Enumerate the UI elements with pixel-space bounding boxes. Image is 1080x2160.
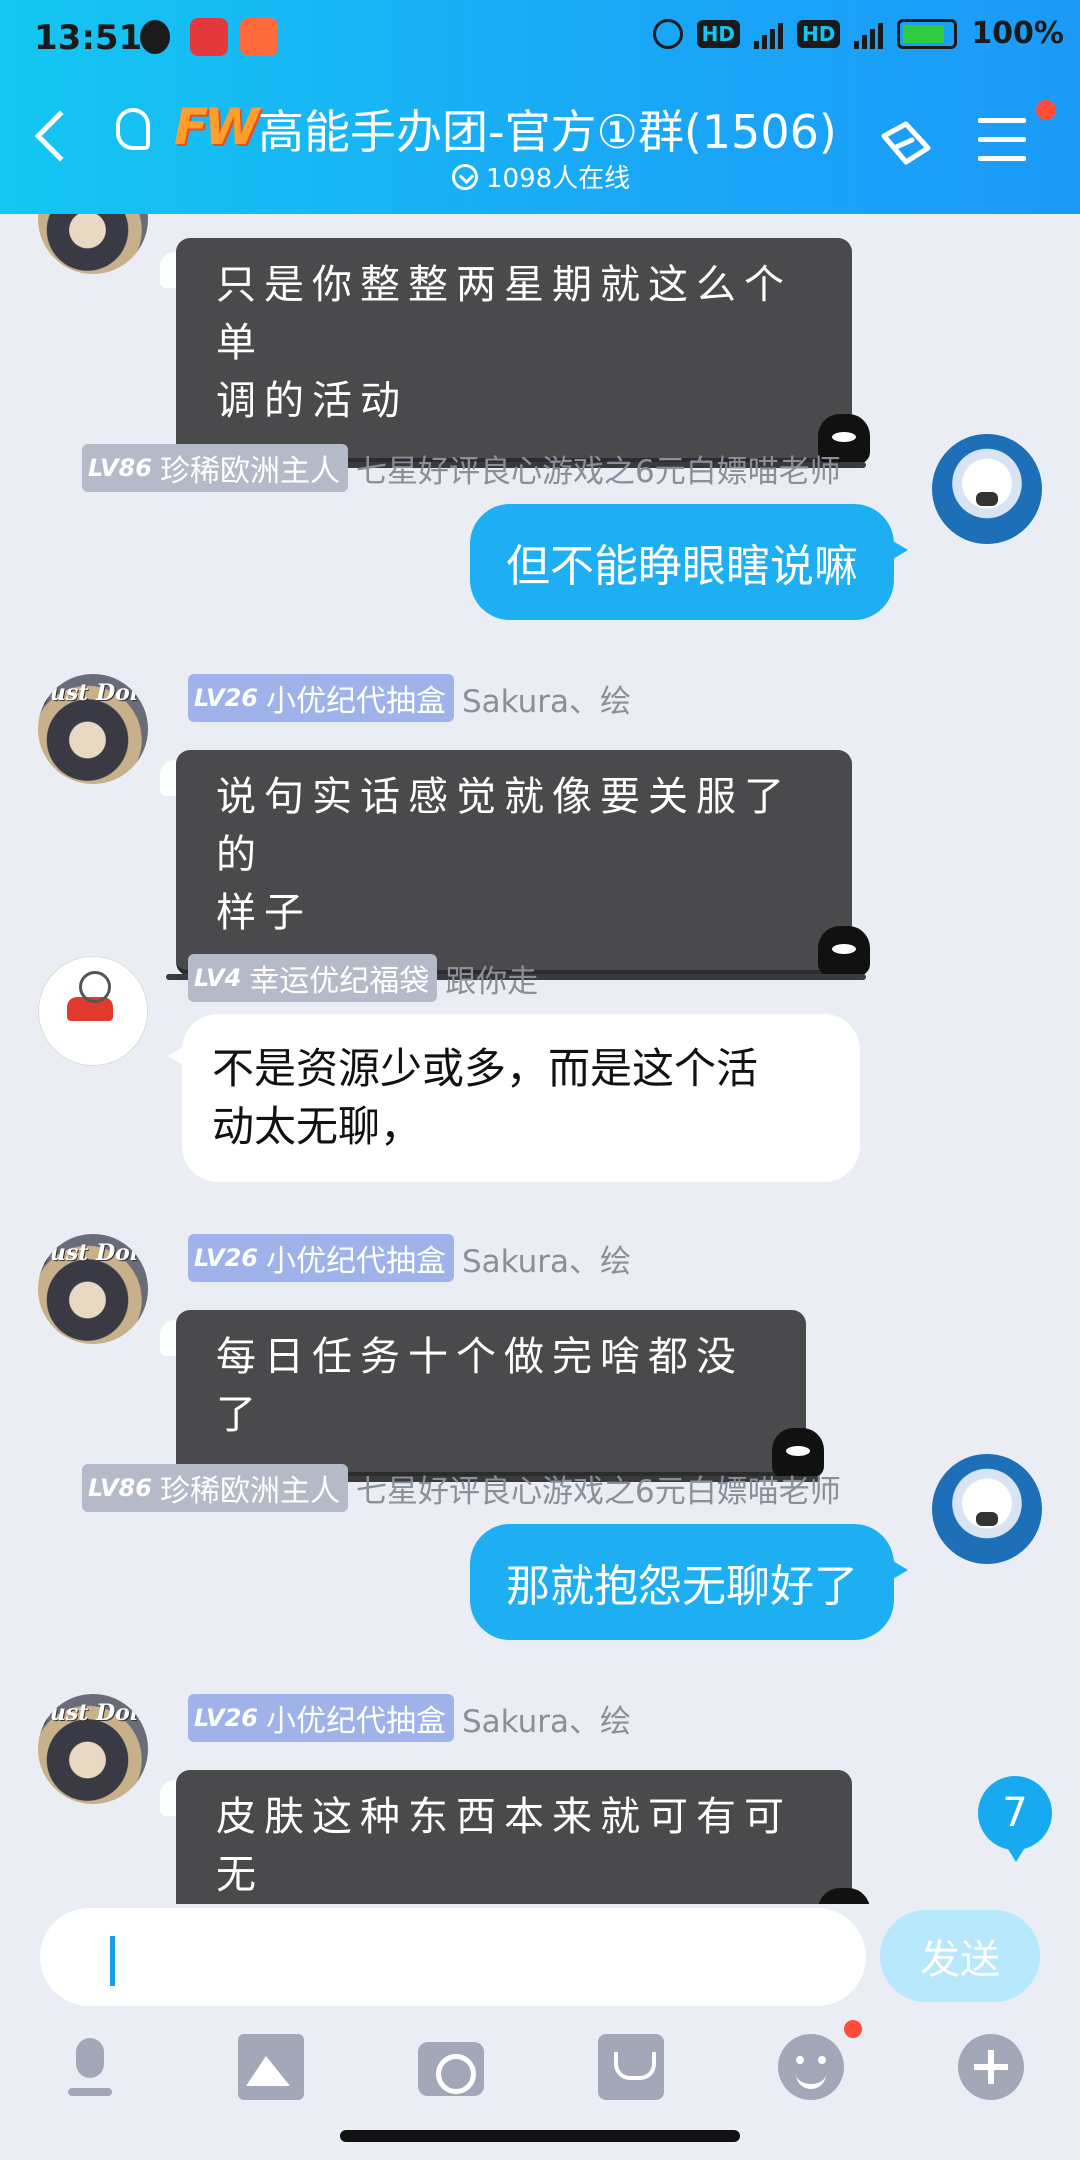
- level-title: 珍稀欧洲主人: [159, 1474, 340, 1509]
- message-meta: LV26 小优纪代抽盒 Sakura、绘: [188, 1694, 631, 1742]
- status-bar: 13:51 HD HD 100%: [0, 0, 1080, 76]
- message-bubble[interactable]: 每日任务十个做完啥都没了: [166, 1310, 824, 1482]
- level-badge: LV26 小优纪代抽盒: [188, 674, 454, 722]
- group-title[interactable]: 高能手办团-官方①群(1506): [258, 96, 837, 162]
- message-line: 调的活动: [216, 378, 408, 424]
- status-time: 13:51: [34, 18, 143, 58]
- status-right: HD HD 100%: [652, 16, 1064, 51]
- avatar[interactable]: [38, 214, 148, 274]
- battery-icon: [897, 18, 958, 49]
- sender-name[interactable]: 七星好评良心游戏之6元白嫖喵老师: [356, 1466, 841, 1511]
- text-caret: [110, 1936, 115, 1986]
- send-button[interactable]: 发送: [880, 1910, 1040, 2002]
- sender-name[interactable]: 七星好评良心游戏之6元白嫖喵老师: [356, 446, 841, 491]
- level-badge: LV26 小优纪代抽盒: [188, 1694, 454, 1742]
- message-meta: LV86 珍稀欧洲主人 七星好评良心游戏之6元白嫖喵老师: [82, 1464, 841, 1512]
- share-icon[interactable]: [876, 118, 934, 168]
- message-bubble[interactable]: 只是你整整两星期就这么个单 调的活动: [166, 238, 870, 468]
- message-line: 皮肤这种东西本来就可有可无: [216, 1794, 792, 1898]
- message-input[interactable]: [40, 1908, 866, 2006]
- menu-icon[interactable]: [978, 118, 1026, 162]
- input-bar: 发送: [0, 1904, 1080, 2160]
- message-bubble[interactable]: 但不能睁眼瞎说嘛: [470, 504, 908, 620]
- level: LV26: [194, 1704, 258, 1732]
- chat-header: 13:51 HD HD 100% FW 高能手办团-官方①群(1506) 109…: [0, 0, 1080, 214]
- message-meta: LV86 珍稀欧洲主人 七星好评良心游戏之6元白嫖喵老师: [82, 444, 841, 492]
- notification-dot: [844, 2020, 862, 2038]
- message-bubble[interactable]: 说句实话感觉就像要关服了的 样子: [166, 750, 870, 980]
- level-title: 小优纪代抽盒: [265, 1704, 446, 1739]
- message-line: 样子: [216, 890, 312, 936]
- plus-icon[interactable]: [958, 2034, 1024, 2100]
- message-bubble[interactable]: 不是资源少或多，而是这个活 动太无聊，: [168, 1014, 860, 1182]
- level: LV86: [88, 454, 152, 482]
- level: LV4: [194, 964, 242, 992]
- level: LV26: [194, 684, 258, 712]
- message-line: 每日任务十个做完啥都没了: [216, 1334, 744, 1438]
- level-badge: LV26 小优纪代抽盒: [188, 1234, 454, 1282]
- chevron-down-icon: [452, 163, 478, 190]
- sender-name[interactable]: Sakura、绘: [462, 1696, 631, 1741]
- battery-percent: 100%: [971, 16, 1064, 51]
- home-indicator[interactable]: [340, 2130, 740, 2142]
- signal-icon-2: [854, 19, 884, 49]
- shopping-app-icon: [240, 18, 278, 56]
- level: LV86: [88, 1474, 152, 1502]
- avatar[interactable]: [38, 674, 148, 784]
- avatar[interactable]: [38, 1234, 148, 1344]
- hd-icon-2: HD: [796, 19, 841, 48]
- avatar[interactable]: [932, 434, 1042, 544]
- online-text: 1098人在线: [486, 164, 631, 194]
- online-count[interactable]: 1098人在线: [452, 158, 630, 195]
- camera-icon[interactable]: [418, 2042, 484, 2096]
- message-meta: LV26 小优纪代抽盒 Sakura、绘: [188, 674, 631, 722]
- sender-name[interactable]: Sakura、绘: [462, 676, 631, 721]
- message-bubble[interactable]: 那就抱怨无聊好了: [470, 1524, 908, 1640]
- level-badge: LV86 珍稀欧洲主人: [82, 444, 348, 492]
- message-line: 动太无聊，: [212, 1102, 423, 1151]
- chat-list[interactable]: 只是你整整两星期就这么个单 调的活动 LV86珍稀欧洲主人 七星好评良心游戏之6…: [0, 214, 1080, 1904]
- message-line: 不是资源少或多，而是这个活: [212, 1044, 759, 1093]
- avatar[interactable]: [38, 956, 148, 1066]
- level: LV26: [194, 1244, 258, 1272]
- level-title: 珍稀欧洲主人: [159, 454, 340, 489]
- red-packet-icon[interactable]: [598, 2034, 664, 2100]
- ear-icon[interactable]: [116, 108, 150, 150]
- level-badge: LV86 珍稀欧洲主人: [82, 1464, 348, 1512]
- fw-logo: FW: [174, 98, 259, 156]
- message-meta: LV4 幸运优纪福袋 跟你走: [188, 954, 538, 1002]
- image-icon[interactable]: [238, 2034, 304, 2100]
- message-line: 说句实话感觉就像要关服了的: [216, 774, 792, 878]
- level-title: 幸运优纪福袋: [249, 964, 430, 999]
- notification-dot: [1036, 100, 1056, 120]
- jd-app-icon: [190, 18, 228, 56]
- sender-name[interactable]: Sakura、绘: [462, 1236, 631, 1281]
- avatar[interactable]: [932, 1454, 1042, 1564]
- hd-icon: HD: [696, 19, 740, 48]
- message-bubble[interactable]: 皮肤这种东西本来就可有可无: [176, 1770, 870, 1904]
- avatar[interactable]: [38, 1694, 148, 1804]
- microphone-icon[interactable]: [58, 2034, 124, 2100]
- message-meta: LV26 小优纪代抽盒 Sakura、绘: [188, 1234, 631, 1282]
- level-title: 小优纪代抽盒: [265, 684, 446, 719]
- level-title: 小优纪代抽盒: [265, 1244, 446, 1279]
- mascot-icon: [818, 1888, 870, 1904]
- signal-icon: [753, 19, 783, 49]
- alarm-icon: [652, 18, 683, 49]
- unread-count-badge[interactable]: 7: [978, 1776, 1052, 1862]
- mascot-icon: [818, 926, 870, 976]
- shield-app-icon: [140, 20, 170, 54]
- level-badge: LV4 幸运优纪福袋: [188, 954, 438, 1002]
- emoji-icon[interactable]: [778, 2034, 844, 2100]
- message-line: 只是你整整两星期就这么个单: [216, 262, 792, 366]
- back-button[interactable]: [34, 110, 86, 162]
- sender-name[interactable]: 跟你走: [445, 956, 538, 1001]
